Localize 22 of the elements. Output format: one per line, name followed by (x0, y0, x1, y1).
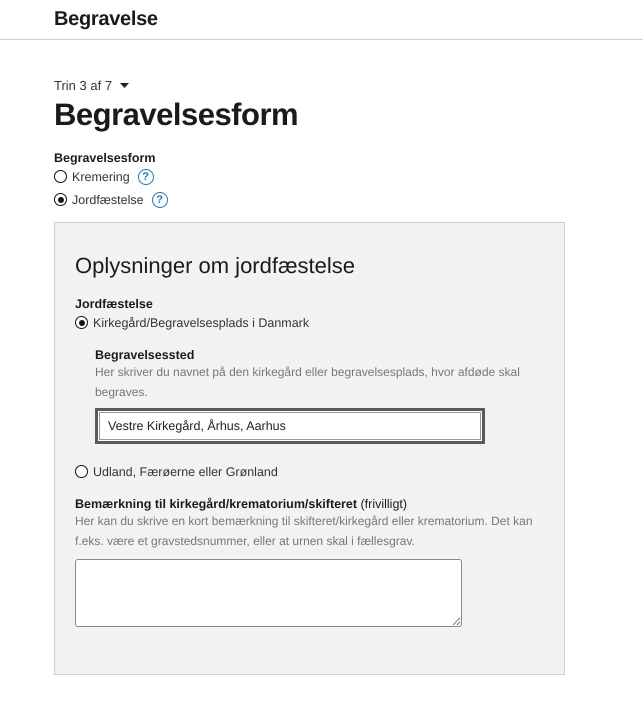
help-icon[interactable]: ? (152, 192, 168, 208)
heading: Begravelsesform (54, 97, 300, 133)
radio-button[interactable] (75, 316, 88, 329)
group-label: Begravelsesform (54, 151, 156, 165)
group-label: Jordfæstelse (75, 297, 154, 311)
field-hint: Her kan du skrive en kort bemærkning til skifteret/kirkegård eller krematorium. Det kan f.eks. være et gravstedsnummer, eller at urnen skal i fællesgrav. (75, 513, 534, 550)
page-title: Begravelse (54, 8, 158, 31)
caret-icon[interactable] (120, 83, 130, 88)
panel-title: Oplysninger om jordfæstelse (75, 253, 356, 279)
radio-button[interactable] (75, 465, 88, 478)
field-label: Begravelsessted (95, 348, 196, 362)
radio-button[interactable] (54, 170, 67, 183)
help-icon[interactable]: ? (138, 168, 154, 184)
radio-label[interactable]: Kirkegård/Begravelsesplads i Danmark (93, 316, 310, 330)
radio-label[interactable]: Kremering (72, 170, 130, 184)
radio-label[interactable]: Jordfæstelse (72, 192, 144, 206)
field-label: Bemærkning til kirkegård/krematorium/skifteret (frivilligt) (75, 497, 408, 511)
step-indicator[interactable]: Trin 3 af 7 (54, 78, 112, 93)
remark-field[interactable] (75, 559, 462, 627)
radio-label[interactable]: Udland, Færøerne eller Grønland (93, 464, 278, 478)
field-hint: Her skriver du navnet på den kirkegård eller begravelsesplads, hvor afdøde skal begraves. (95, 364, 521, 401)
radio-button[interactable] (54, 193, 67, 206)
